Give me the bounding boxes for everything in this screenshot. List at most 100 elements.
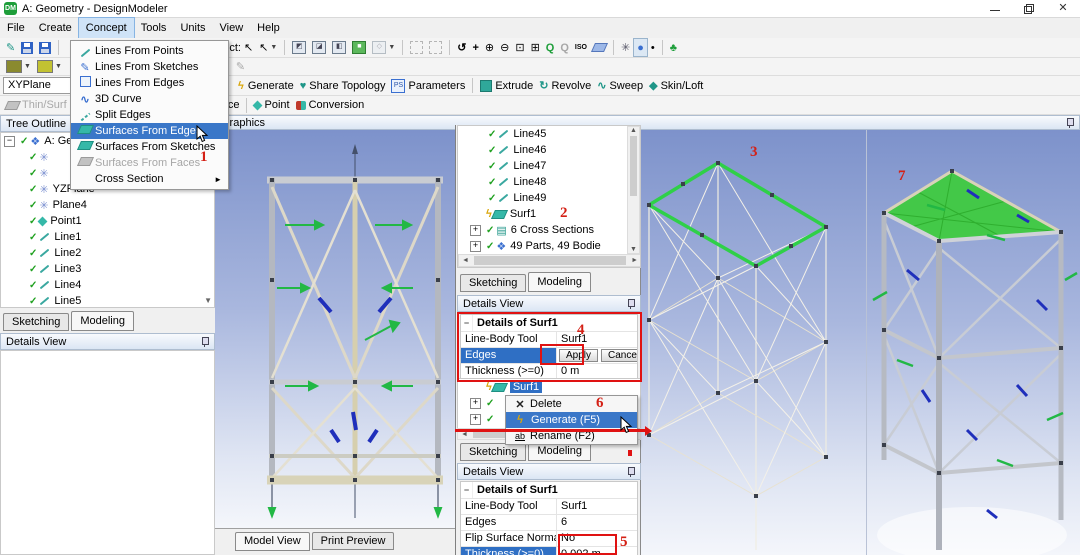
close-button[interactable]: ✕	[1046, 0, 1080, 17]
tree-item-surf1-selected[interactable]: ϟ Surf1	[458, 379, 640, 395]
tree-item-parts[interactable]: + ✓ ❖ 49 Parts, 49 Bodie	[458, 238, 640, 254]
model-view-wireframe[interactable]	[640, 130, 866, 555]
select-body-button[interactable]: ■	[349, 39, 369, 56]
tree-item-line5[interactable]: ✓ Line5	[1, 293, 214, 307]
property-value[interactable]: Surf1	[557, 499, 637, 514]
pin-icon[interactable]	[626, 298, 635, 309]
tree-item-line2[interactable]: ✓ Line2	[1, 245, 214, 261]
scroll-left-icon[interactable]: ◄	[459, 257, 472, 264]
menu-view[interactable]: View	[213, 18, 251, 38]
face-color-dropdown[interactable]: ▼	[34, 58, 65, 75]
lasso-select-button[interactable]	[426, 39, 445, 56]
pin-icon[interactable]	[626, 466, 635, 477]
menu-create[interactable]: Create	[32, 18, 79, 38]
tab-print-preview[interactable]: Print Preview	[311, 532, 395, 550]
tab-model-view[interactable]: Model View	[235, 532, 310, 551]
expand-icon[interactable]: +	[470, 240, 481, 252]
tree-item-line45[interactable]: ✓ Line45	[458, 126, 640, 142]
menu-lines-from-points[interactable]: Lines From Points	[71, 43, 228, 59]
tree-item-line47[interactable]: ✓ Line47	[458, 158, 640, 174]
tab-sketching[interactable]: Sketching	[460, 274, 527, 292]
minimize-button[interactable]	[978, 0, 1012, 17]
annotation-tool-button[interactable]: ✎	[233, 58, 248, 75]
magnifier-on-button[interactable]: Q	[543, 39, 558, 56]
property-value[interactable]: 6	[557, 515, 637, 530]
tab-sketching[interactable]: Sketching	[460, 443, 527, 461]
menu-split-edges[interactable]: Split Edges	[71, 107, 228, 123]
menu-lines-from-edges[interactable]: Lines From Edges	[71, 75, 228, 91]
restore-button[interactable]	[1012, 0, 1046, 17]
select-cursor-button[interactable]: ↖	[241, 39, 256, 56]
menu-lines-from-sketches[interactable]: ✎ Lines From Sketches	[71, 59, 228, 75]
zoom-fit-button[interactable]: ⊞	[528, 39, 543, 56]
pin-icon[interactable]	[200, 336, 209, 347]
box-select-button[interactable]	[407, 39, 426, 56]
tree-item-surf1[interactable]: ϟ Surf1	[458, 206, 640, 222]
zoom-out-button[interactable]: ⊖	[497, 39, 512, 56]
parameters-button[interactable]: PS Parameters	[388, 77, 468, 94]
tree-item-line1[interactable]: ✓ Line1	[1, 229, 214, 245]
save-as-button[interactable]	[36, 39, 54, 56]
skin-loft-button[interactable]: ◆ Skin/Loft	[646, 77, 706, 94]
pan-button[interactable]: +	[469, 39, 481, 56]
tree-item-plane4[interactable]: ✓ ✳ Plane4	[1, 197, 214, 213]
select-mode-dropdown[interactable]: ↖ ▼	[256, 39, 280, 56]
menu-concept[interactable]: Concept	[77, 17, 135, 39]
menu-units[interactable]: Units	[173, 18, 212, 38]
scroll-down-icon[interactable]: ▼	[204, 296, 212, 305]
zoom-in-button[interactable]: ⊕	[482, 39, 497, 56]
thin-surface-button[interactable]: Thin/Surf	[3, 97, 70, 114]
context-menu-generate[interactable]: ϟ Generate (F5)	[506, 412, 637, 428]
tree-item-cross-sections[interactable]: + ✓ ▤ 6 Cross Sections	[458, 222, 640, 238]
tree-item-line46[interactable]: ✓ Line46	[458, 142, 640, 158]
tab-sketching[interactable]: Sketching	[3, 313, 70, 331]
scroll-right-icon[interactable]: ►	[628, 257, 640, 264]
context-menu-delete[interactable]: ✕ Delete	[506, 396, 637, 412]
pin-icon[interactable]	[1065, 117, 1074, 128]
expand-icon[interactable]: +	[470, 413, 481, 425]
vertical-scrollbar[interactable]: ▲ ▼	[627, 126, 640, 254]
conversion-button[interactable]: Conversion	[293, 97, 368, 114]
revolve-button[interactable]: ↻ Revolve	[536, 77, 594, 94]
cancel-button[interactable]: Cancel	[601, 349, 637, 362]
select-vertex-button[interactable]: ◩	[289, 39, 309, 56]
tab-modeling[interactable]: Modeling	[528, 272, 591, 292]
display-points-button[interactable]: •	[648, 39, 658, 56]
apply-button[interactable]: Apply	[559, 349, 599, 362]
tree-item-line49[interactable]: ✓ Line49	[458, 190, 640, 206]
select-edge-button[interactable]: ◪	[309, 39, 329, 56]
edge-color-dropdown[interactable]: ▼	[3, 58, 34, 75]
display-model-button[interactable]: ●	[633, 38, 648, 57]
tree-item-line4[interactable]: ✓ Line4	[1, 277, 214, 293]
look-at-button[interactable]	[590, 39, 609, 56]
scroll-down-icon[interactable]: ▼	[628, 246, 639, 253]
box-zoom-button[interactable]: ⊡	[512, 39, 527, 56]
menu-tools[interactable]: Tools	[134, 18, 174, 38]
scroll-up-icon[interactable]: ▲	[628, 127, 639, 134]
model-view-front[interactable]	[215, 130, 455, 528]
share-topology-button[interactable]: ♥ Share Topology	[297, 77, 389, 94]
display-plane-button[interactable]: ✳	[618, 39, 633, 56]
display-edges-button[interactable]: ♣	[667, 39, 680, 56]
model-view-result[interactable]	[866, 130, 1080, 555]
tree-item-line48[interactable]: ✓ Line48	[458, 174, 640, 190]
iso-view-button[interactable]: ISO	[572, 39, 590, 56]
tree-item-point1[interactable]: ✓ Point1	[1, 213, 214, 229]
tree-item-line3[interactable]: ✓ Line3	[1, 261, 214, 277]
select-face-button[interactable]: ◧	[329, 39, 349, 56]
extend-selection-dropdown[interactable]: ◇ ▼	[369, 39, 398, 56]
expand-icon[interactable]: +	[470, 397, 481, 409]
menu-cross-section[interactable]: Cross Section ►	[71, 171, 228, 187]
collapse-icon[interactable]: −	[461, 482, 473, 498]
collapse-icon[interactable]: −	[4, 135, 15, 147]
point-button[interactable]: Point	[251, 97, 292, 114]
menu-3d-curve[interactable]: ∿ 3D Curve	[71, 91, 228, 107]
expand-icon[interactable]: +	[470, 224, 481, 236]
tab-modeling[interactable]: Modeling	[71, 311, 134, 331]
generate-button[interactable]: ϟ Generate	[235, 77, 297, 94]
menu-help[interactable]: Help	[250, 18, 287, 38]
rotate-button[interactable]: ↺	[454, 39, 469, 56]
menu-file[interactable]: File	[0, 18, 32, 38]
property-value[interactable]: 0 m	[557, 364, 637, 379]
magnifier-off-button[interactable]: Q	[557, 39, 572, 56]
